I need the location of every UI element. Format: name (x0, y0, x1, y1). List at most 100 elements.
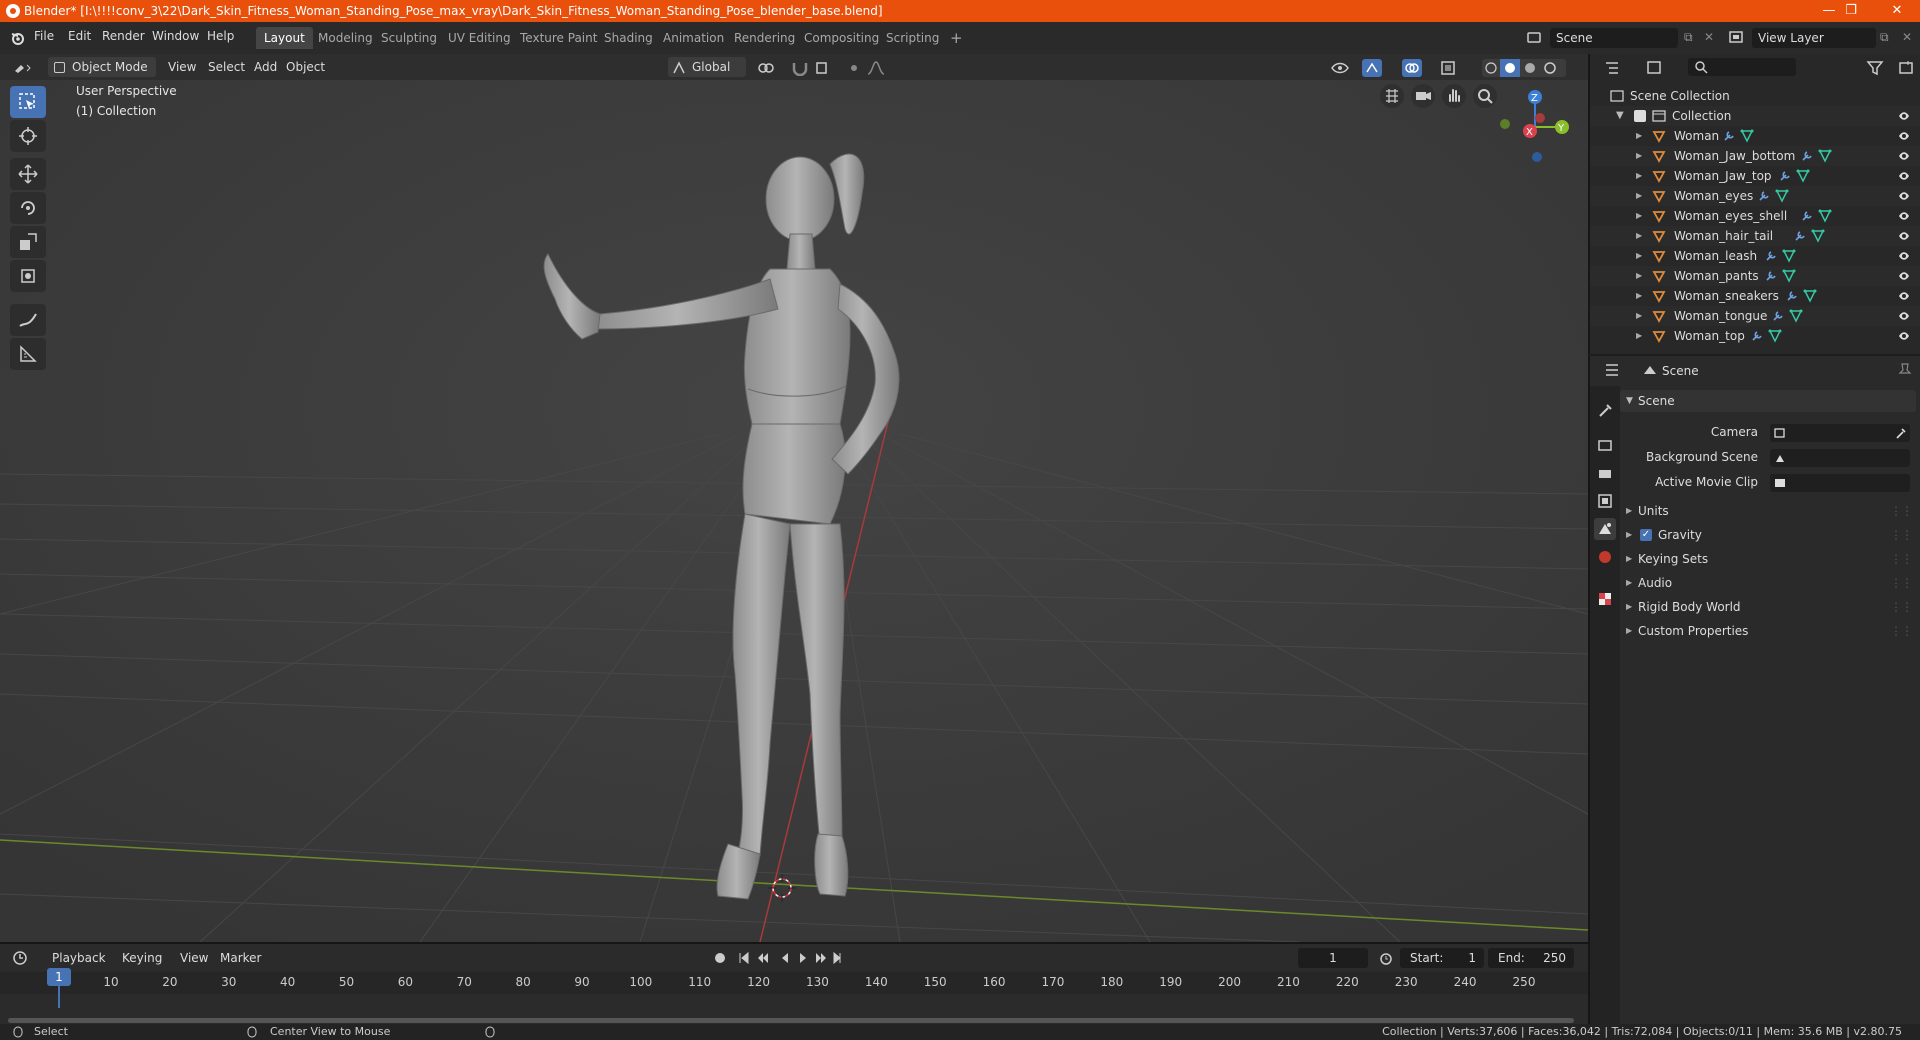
mesh-data-icon[interactable] (1818, 149, 1832, 163)
outliner-object-row[interactable]: ▶ Woman_sneakers (1590, 286, 1920, 306)
outliner-object-row[interactable]: ▶ Woman_Jaw_top (1590, 166, 1920, 186)
falloff-curve-icon[interactable] (866, 60, 894, 76)
outliner-editor-type-icon[interactable] (1604, 60, 1630, 76)
outliner-object-row[interactable]: ▶ Woman (1590, 126, 1920, 146)
visibility-eye-icon[interactable] (1898, 150, 1910, 162)
keying-menu[interactable]: Keying (116, 948, 168, 968)
expand-arrow-icon[interactable]: ▶ (1636, 226, 1642, 246)
timeline-view-menu[interactable]: View (174, 948, 214, 968)
playback-menu[interactable]: Playback (46, 948, 112, 968)
tab-layout[interactable]: Layout (256, 27, 313, 49)
tool-settings-tab-icon[interactable] (1594, 400, 1616, 422)
collection-checkbox[interactable] (1634, 110, 1646, 122)
view-layer-tab-icon[interactable] (1594, 490, 1616, 512)
mesh-data-icon[interactable] (1803, 289, 1817, 303)
outliner-object-row[interactable]: ▶ Woman_hair_tail (1590, 226, 1920, 246)
timeline-editor-type-icon[interactable] (12, 950, 38, 966)
modifier-wrench-icon[interactable] (1757, 189, 1771, 203)
snap-magnet-icon[interactable] (790, 60, 810, 76)
expand-arrow-icon[interactable]: ▶ (1636, 326, 1642, 346)
scene-panel-header[interactable]: ▼ Scene (1620, 390, 1916, 412)
modifier-wrench-icon[interactable] (1793, 229, 1807, 243)
mesh-data-icon[interactable] (1775, 189, 1789, 203)
drag-handle-icon[interactable]: ⋮⋮ (1890, 620, 1913, 642)
blender-menu-icon[interactable] (10, 30, 26, 46)
menu-file[interactable]: File (34, 29, 54, 43)
add-workspace-button[interactable]: + (942, 27, 971, 49)
overlays-toggle-icon[interactable] (1402, 59, 1428, 77)
visibility-selectability-icon[interactable] (1330, 60, 1356, 76)
drag-handle-icon[interactable]: ⋮⋮ (1890, 596, 1913, 618)
eyedropper-icon[interactable] (1894, 426, 1908, 440)
expand-arrow-icon[interactable]: ▶ (1636, 206, 1642, 226)
shading-mode-group[interactable] (1482, 59, 1566, 77)
visibility-eye-icon[interactable] (1898, 190, 1910, 202)
drag-handle-icon[interactable]: ⋮⋮ (1890, 548, 1913, 570)
tab-rendering[interactable]: Rendering (726, 27, 803, 49)
timeline-scrollbar[interactable] (8, 1018, 1574, 1023)
mesh-data-icon[interactable] (1811, 229, 1825, 243)
expand-arrow-icon[interactable]: ▶ (1636, 186, 1642, 206)
cursor-tool[interactable] (10, 120, 46, 152)
mesh-data-icon[interactable] (1782, 269, 1796, 283)
measure-tool[interactable] (10, 338, 46, 370)
background-scene-field[interactable] (1770, 449, 1910, 467)
pan-hand-icon[interactable] (1442, 84, 1466, 108)
end-frame-field[interactable]: End: 250 (1488, 948, 1574, 968)
tab-modeling[interactable]: Modeling (310, 27, 381, 49)
modifier-wrench-icon[interactable] (1771, 309, 1785, 323)
pivot-point-icon[interactable] (756, 60, 784, 76)
scene-selector[interactable]: Scene (1550, 28, 1678, 48)
pin-icon[interactable] (1898, 362, 1912, 378)
tab-animation[interactable]: Animation (655, 27, 732, 49)
visibility-eye-icon[interactable] (1898, 250, 1910, 262)
visibility-eye-icon[interactable] (1898, 310, 1910, 322)
editor-type-icon[interactable] (12, 59, 34, 75)
gravity-checkbox[interactable]: ✓ (1640, 529, 1652, 541)
subpanel-header[interactable]: ▶ Custom Properties ⋮⋮ (1620, 620, 1916, 642)
output-tab-icon[interactable] (1594, 462, 1616, 484)
menu-window[interactable]: Window (152, 29, 199, 43)
visibility-eye-icon[interactable] (1898, 270, 1910, 282)
mesh-data-icon[interactable] (1768, 329, 1782, 343)
modifier-wrench-icon[interactable] (1778, 169, 1792, 183)
mesh-data-icon[interactable] (1740, 129, 1754, 143)
texture-tab-icon[interactable] (1594, 588, 1616, 610)
visibility-eye-icon[interactable] (1898, 130, 1910, 142)
outliner-object-row[interactable]: ▶ Woman_pants (1590, 266, 1920, 286)
maximize-button[interactable]: ❐ (1828, 0, 1874, 22)
subpanel-header[interactable]: ▶ Units ⋮⋮ (1620, 500, 1916, 522)
render-tab-icon[interactable] (1594, 434, 1616, 456)
keyframe-area[interactable] (0, 994, 1588, 1014)
gizmos-toggle-icon[interactable] (1362, 59, 1388, 77)
tab-texture-paint[interactable]: Texture Paint (512, 27, 605, 49)
expand-arrow-icon[interactable]: ▶ (1636, 246, 1642, 266)
active-movie-clip-field[interactable] (1770, 474, 1910, 492)
stopwatch-icon[interactable] (1378, 950, 1394, 966)
camera-view-icon[interactable] (1411, 84, 1435, 108)
tab-scripting[interactable]: Scripting (878, 27, 947, 49)
visibility-eye-icon[interactable] (1898, 210, 1910, 222)
world-tab-icon[interactable] (1594, 546, 1616, 568)
subpanel-header[interactable]: ▶ ✓ Gravity ⋮⋮ (1620, 524, 1916, 546)
new-scene-icon[interactable]: ⧉ (1684, 30, 1693, 45)
visibility-eye-icon[interactable] (1898, 330, 1910, 342)
close-button[interactable]: ✕ (1874, 0, 1920, 22)
expand-arrow-icon[interactable]: ▶ (1636, 286, 1642, 306)
mesh-data-icon[interactable] (1789, 309, 1803, 323)
drag-handle-icon[interactable]: ⋮⋮ (1890, 524, 1913, 546)
outliner-object-row[interactable]: ▶ Woman_leash (1590, 246, 1920, 266)
expand-arrow-icon[interactable]: ▶ (1636, 126, 1642, 146)
modifier-wrench-icon[interactable] (1800, 209, 1814, 223)
subpanel-header[interactable]: ▶ Keying Sets ⋮⋮ (1620, 548, 1916, 570)
view-layer-selector[interactable]: View Layer (1752, 28, 1876, 48)
proportional-editing-icon[interactable] (846, 60, 862, 76)
mesh-data-icon[interactable] (1818, 209, 1832, 223)
outliner-collection[interactable]: ▼ Collection (1590, 106, 1920, 126)
modifier-wrench-icon[interactable] (1722, 129, 1736, 143)
menu-object[interactable]: Object (280, 57, 331, 77)
expand-arrow-icon[interactable]: ▶ (1636, 306, 1642, 326)
menu-edit[interactable]: Edit (68, 29, 91, 43)
scale-tool[interactable] (10, 226, 46, 258)
mesh-data-icon[interactable] (1796, 169, 1810, 183)
